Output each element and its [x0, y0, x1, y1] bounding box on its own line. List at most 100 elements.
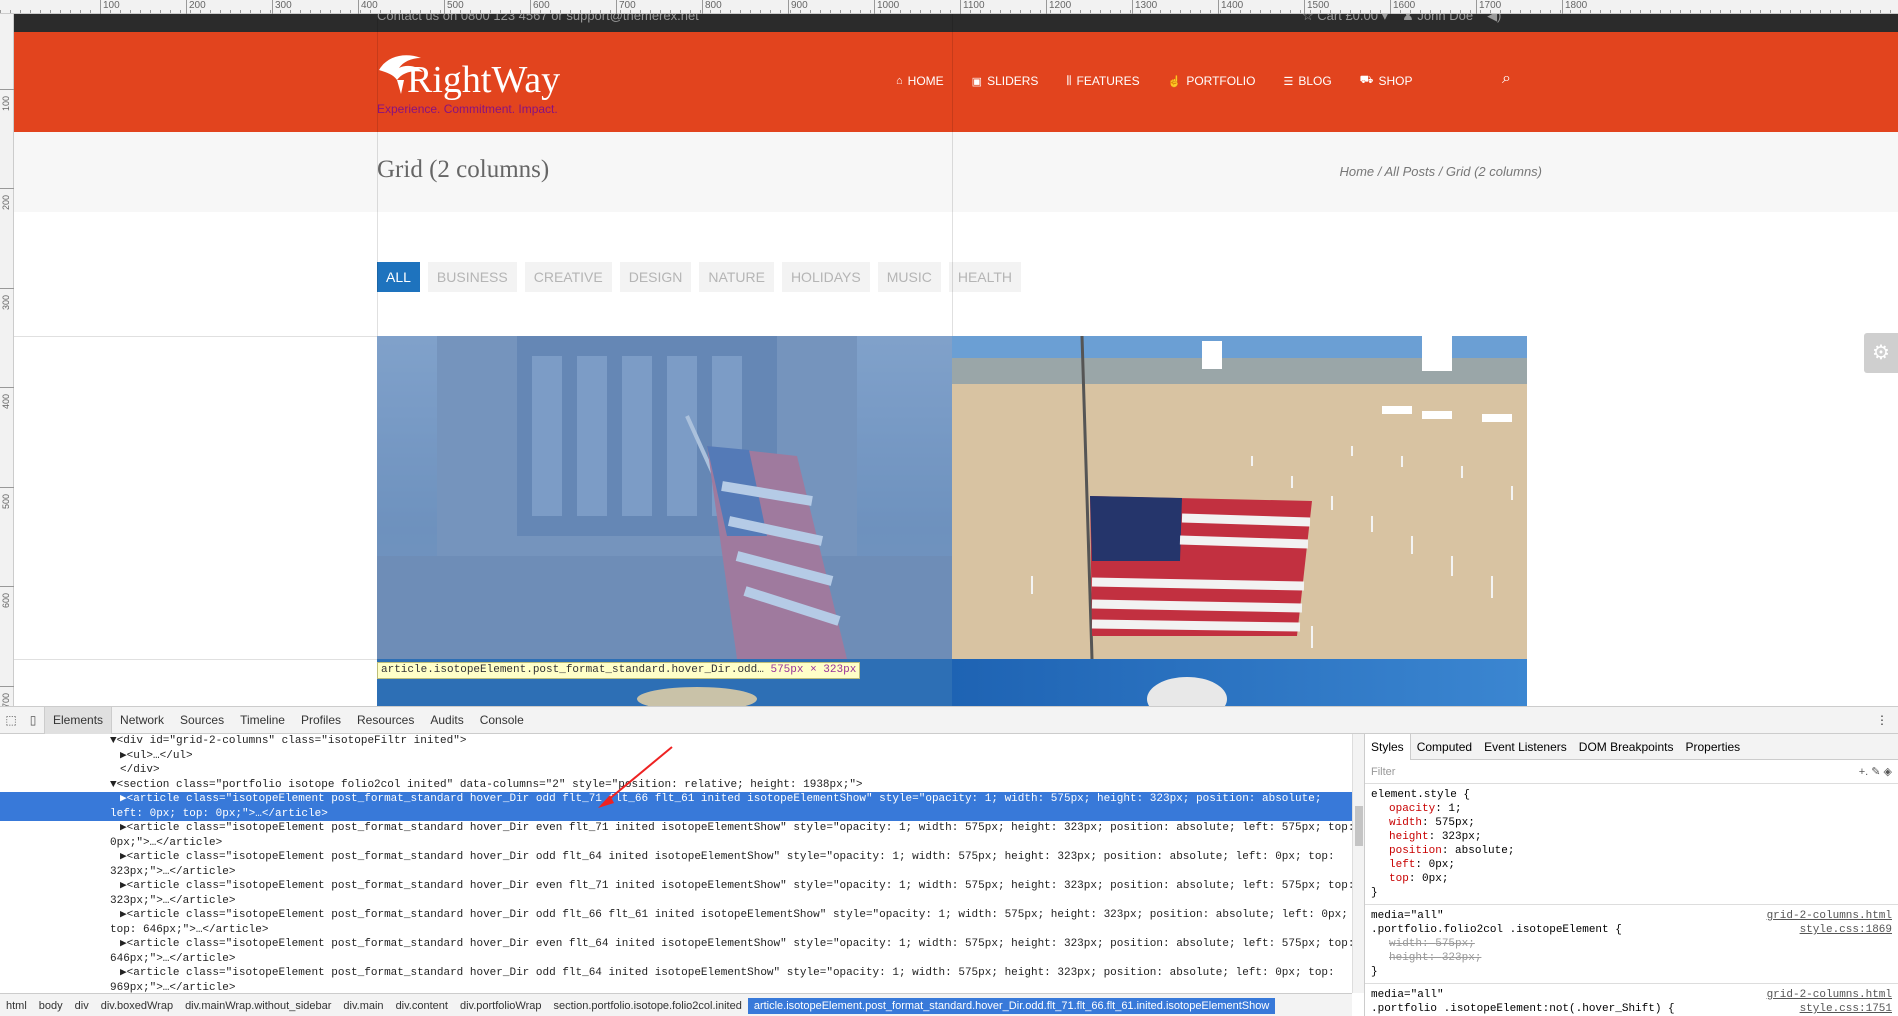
- portfolio-item-beach-flag[interactable]: [952, 336, 1527, 659]
- filter-health[interactable]: HEALTH: [948, 262, 1022, 292]
- dom-node-line[interactable]: </div>: [0, 763, 1352, 778]
- dom-node-line[interactable]: ▶<article class="isotopeElement post_for…: [0, 792, 1352, 807]
- styles-filter[interactable]: Filter +. ✎ ◈: [1365, 760, 1898, 784]
- tab-timeline[interactable]: Timeline: [232, 707, 293, 734]
- dom-node-text: 0px;">…</article>: [110, 836, 223, 849]
- filter-music[interactable]: MUSIC: [877, 262, 941, 292]
- more-options-icon[interactable]: ⋮: [1876, 707, 1888, 734]
- dom-node-line[interactable]: left: 0px; top: 0px;">…</article>: [0, 806, 1352, 821]
- styles-tab-computed[interactable]: Computed: [1411, 734, 1478, 760]
- statue-image: [1147, 677, 1227, 706]
- nav-item-sliders[interactable]: ▣ SLIDERS: [972, 74, 1039, 88]
- filter-business[interactable]: BUSINESS: [427, 262, 517, 292]
- styles-tab-event-listeners[interactable]: Event Listeners: [1478, 734, 1573, 760]
- ruler-tick: [0, 685, 14, 687]
- ruler-label: 600: [533, 0, 550, 11]
- dom-node-line[interactable]: ▶<article class="isotopeElement post_for…: [0, 821, 1352, 836]
- search-icon[interactable]: ⌕: [1502, 70, 1511, 88]
- portfolio-item-4[interactable]: [952, 659, 1527, 706]
- filter-all[interactable]: ALL: [377, 262, 420, 292]
- nav-item-blog[interactable]: ☰ BLOG: [1283, 74, 1331, 88]
- style-tools[interactable]: +. ✎ ◈: [1859, 760, 1892, 784]
- tab-profiles[interactable]: Profiles: [293, 707, 349, 734]
- filter-design[interactable]: DESIGN: [619, 262, 692, 292]
- tab-audits[interactable]: Audits: [422, 707, 471, 734]
- nav-item-shop[interactable]: ⛟ SHOP: [1360, 74, 1413, 88]
- ruler-label: 1600: [1393, 0, 1416, 11]
- tab-elements[interactable]: Elements: [44, 706, 113, 734]
- dom-node-line[interactable]: ▶<ul>…</ul>: [0, 749, 1352, 764]
- property-value: 323px;: [1441, 952, 1482, 964]
- dom-node-text: 323px;">…</article>: [110, 894, 236, 907]
- dom-node-line[interactable]: 969px;">…</article>: [0, 981, 1352, 994]
- ruler-tick: [702, 0, 703, 14]
- style-property[interactable]: opacity: 1;: [1371, 802, 1892, 816]
- dom-node-line[interactable]: ▶<article class="isotopeElement post_for…: [0, 908, 1352, 923]
- ruler-label: 300: [275, 0, 292, 11]
- device-icon[interactable]: ▯: [22, 713, 44, 727]
- rule2-selector: .portfolio .isotopeElement:not(.hover_Sh…: [1371, 1003, 1675, 1015]
- styles-tab-dom-breakpoints[interactable]: DOM Breakpoints: [1573, 734, 1680, 760]
- dom-path-item[interactable]: html: [0, 1000, 33, 1012]
- dom-node-line[interactable]: ▼<section class="portfolio isotope folio…: [0, 778, 1352, 793]
- rule1-source[interactable]: grid-2-columns.html: [1767, 909, 1892, 923]
- tab-resources[interactable]: Resources: [349, 707, 422, 734]
- nav-item-portfolio[interactable]: ☝ PORTFOLIO: [1168, 74, 1256, 88]
- dom-node-line[interactable]: 646px;">…</article>: [0, 952, 1352, 967]
- elements-tree: ▼<div id="grid-2-columns" class="isotope…: [0, 734, 1352, 993]
- styles-tab-properties[interactable]: Properties: [1679, 734, 1746, 760]
- style-property[interactable]: left: 0px;: [1371, 858, 1892, 872]
- overridden-property[interactable]: height: 323px;: [1371, 951, 1892, 965]
- dom-path-item[interactable]: div: [69, 1000, 95, 1012]
- inspect-icon[interactable]: ⬚: [0, 713, 22, 727]
- filter-nature[interactable]: NATURE: [699, 262, 774, 292]
- title-bar: Grid (2 columns) Home / All Posts / Grid…: [14, 132, 1898, 212]
- style-property[interactable]: position: absolute;: [1371, 844, 1892, 858]
- dom-node-line[interactable]: ▼<div id="grid-2-columns" class="isotope…: [0, 734, 1352, 749]
- style-property[interactable]: width: 575px;: [1371, 816, 1892, 830]
- style-property[interactable]: top: 0px;: [1371, 872, 1892, 886]
- dom-node-line[interactable]: ▶<article class="isotopeElement post_for…: [0, 879, 1352, 894]
- breadcrumb[interactable]: Home / All Posts / Grid (2 columns): [1282, 164, 1542, 179]
- dom-path-item[interactable]: div.main: [337, 1000, 389, 1012]
- ruler-tick: [1304, 0, 1305, 14]
- rule1-source-line[interactable]: style.css:1869: [1800, 923, 1892, 937]
- styles-tab-styles[interactable]: Styles: [1365, 733, 1411, 760]
- scroll-thumb[interactable]: [1355, 806, 1363, 846]
- dom-node-line[interactable]: 323px;">…</article>: [0, 865, 1352, 880]
- rule2-source-line[interactable]: style.css:1751: [1800, 1002, 1892, 1016]
- dom-path-item[interactable]: div.boxedWrap: [95, 1000, 179, 1012]
- nav-label: HOME: [907, 74, 944, 88]
- rule2-source[interactable]: grid-2-columns.html: [1767, 988, 1892, 1002]
- filter-creative[interactable]: CREATIVE: [524, 262, 612, 292]
- portfolio-item-cathedral[interactable]: [377, 336, 952, 659]
- ruler-tick: [616, 0, 617, 14]
- dom-node-line[interactable]: 0px;">…</article>: [0, 836, 1352, 851]
- tab-network[interactable]: Network: [112, 707, 172, 734]
- logo-name: RightWay: [407, 59, 561, 101]
- tab-console[interactable]: Console: [472, 707, 532, 734]
- nav-item-home[interactable]: ⌂ HOME: [896, 74, 944, 88]
- dom-node-line[interactable]: top: 646px;">…</article>: [0, 923, 1352, 938]
- dom-node-line[interactable]: 323px;">…</article>: [0, 894, 1352, 909]
- filter-holidays[interactable]: HOLIDAYS: [781, 262, 870, 292]
- ruler-tick: [358, 0, 359, 14]
- overridden-property[interactable]: width: 575px;: [1371, 937, 1892, 951]
- nav-label: SLIDERS: [987, 74, 1039, 88]
- dom-path-item[interactable]: div.mainWrap.without_sidebar: [179, 1000, 337, 1012]
- ruler-tick: [1046, 0, 1047, 14]
- dom-node-line[interactable]: ▶<article class="isotopeElement post_for…: [0, 966, 1352, 981]
- rule1-media: media="all": [1371, 910, 1444, 922]
- elements-scrollbar[interactable]: [1352, 734, 1364, 993]
- nav-item-features[interactable]: ⫼ FEATURES: [1066, 74, 1139, 88]
- style-property[interactable]: height: 323px;: [1371, 830, 1892, 844]
- gear-icon[interactable]: ⚙: [1864, 333, 1898, 373]
- dom-path-item[interactable]: div.portfolioWrap: [454, 1000, 548, 1012]
- dom-path-item[interactable]: body: [33, 1000, 69, 1012]
- tab-sources[interactable]: Sources: [172, 707, 232, 734]
- dom-node-line[interactable]: ▶<article class="isotopeElement post_for…: [0, 937, 1352, 952]
- dom-node-line[interactable]: ▶<article class="isotopeElement post_for…: [0, 850, 1352, 865]
- dom-path-item[interactable]: section.portfolio.isotope.folio2col.init…: [547, 1000, 747, 1012]
- dom-path-item[interactable]: article.isotopeElement.post_format_stand…: [747, 997, 1276, 1014]
- dom-path-item[interactable]: div.content: [390, 1000, 454, 1012]
